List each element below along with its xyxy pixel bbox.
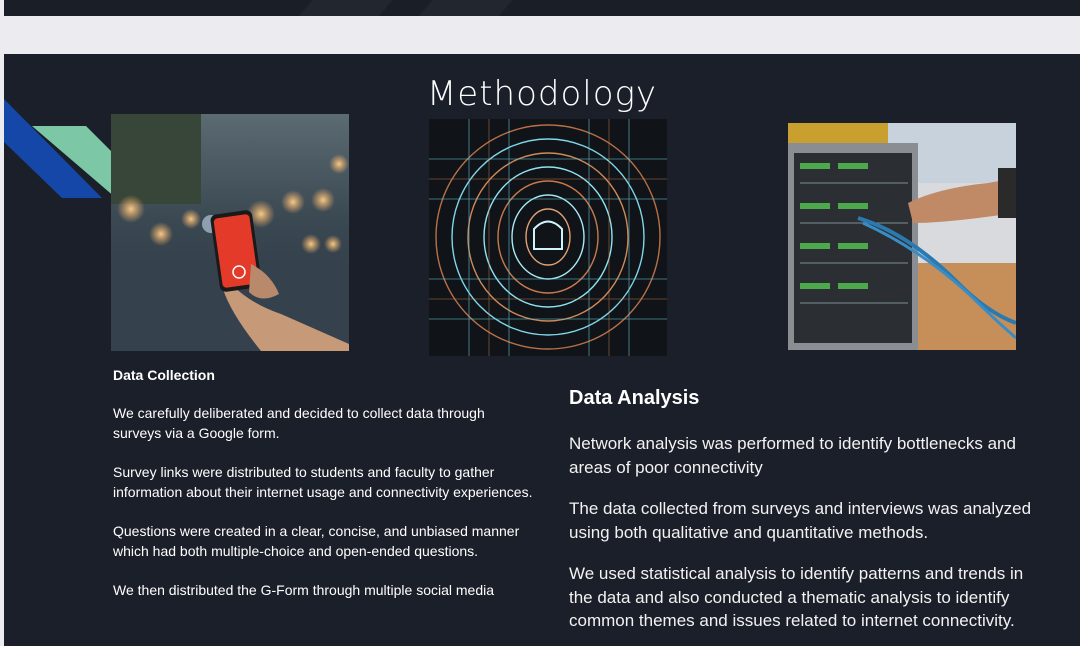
- server-rack-photo: [788, 123, 1016, 350]
- data-analysis-heading: Data Analysis: [569, 387, 700, 409]
- data-analysis-paragraph: We used statistical analysis to identify…: [569, 564, 1024, 630]
- data-analysis-section: Data Analysis Network analysis was perfo…: [569, 387, 1039, 646]
- slide-title: Methodology: [426, 74, 658, 114]
- circuit-pattern-photo: [429, 119, 667, 356]
- data-collection-paragraph: Questions were created in a clear, conci…: [113, 523, 520, 559]
- smartphone-photo: [111, 114, 349, 351]
- data-collection-paragraph: We carefully deliberated and decided to …: [113, 405, 485, 441]
- data-analysis-paragraph: Network analysis was performed to identi…: [569, 434, 1016, 477]
- data-collection-heading: Data Collection: [113, 367, 215, 383]
- data-collection-paragraph: Survey links were distributed to student…: [113, 464, 533, 500]
- data-collection-section: Data Collection We carefully deliberated…: [113, 367, 533, 619]
- data-analysis-paragraph: The data collected from surveys and inte…: [569, 499, 1032, 542]
- previous-slide-edge: [4, 0, 1080, 16]
- data-collection-paragraph: We then distributed the G-Form through m…: [113, 582, 495, 598]
- methodology-slide: Methodology Data Collection We carefully…: [4, 54, 1080, 646]
